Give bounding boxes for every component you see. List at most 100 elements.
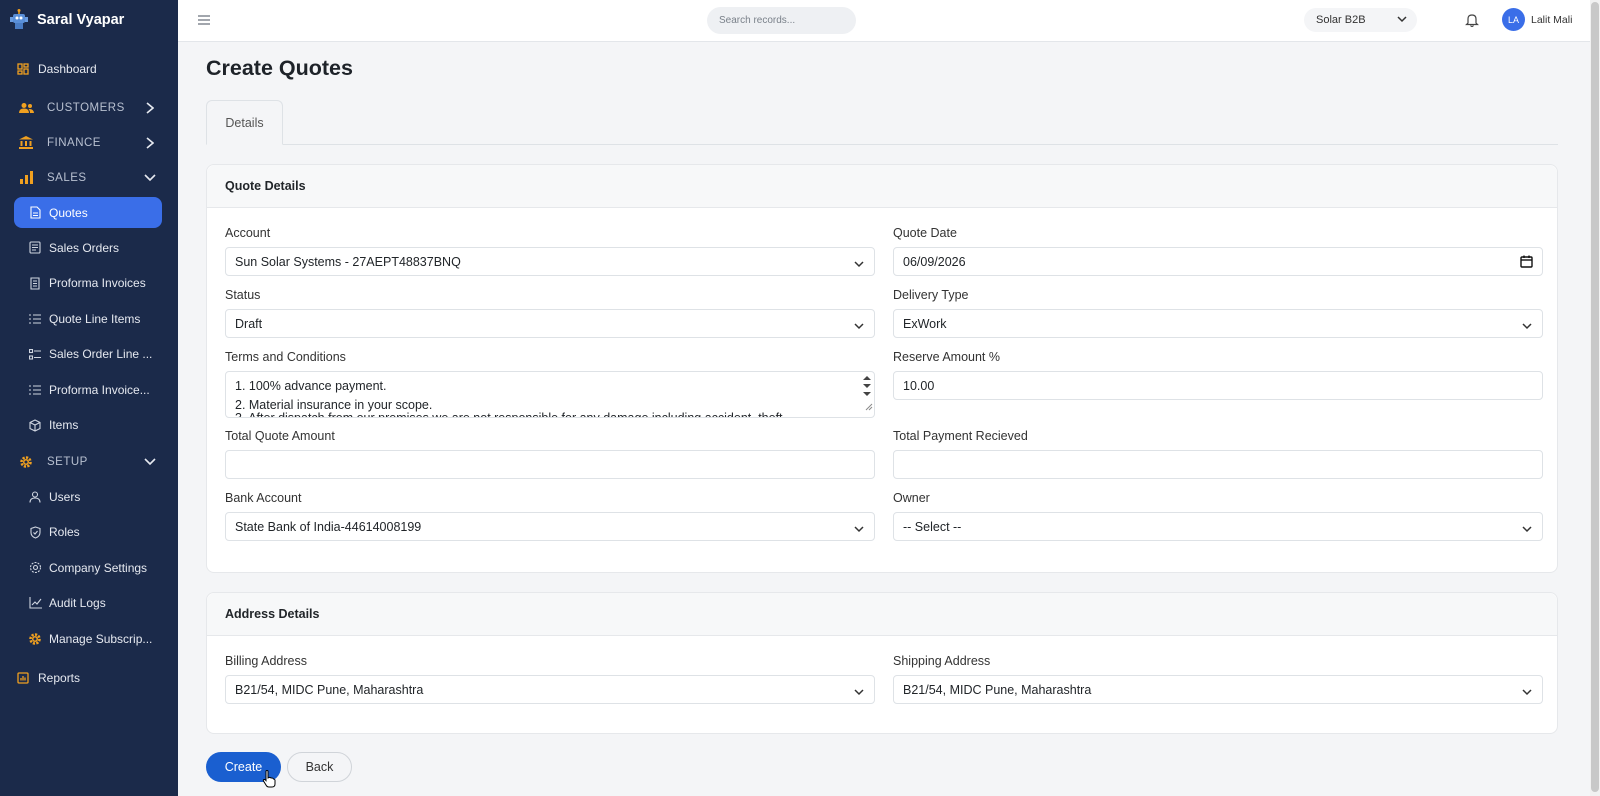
shield-icon — [28, 525, 42, 539]
card-header: Address Details — [207, 593, 1557, 636]
sidebar-section-finance[interactable]: FINANCE — [0, 125, 178, 160]
back-button[interactable]: Back — [287, 752, 352, 782]
sidebar-item-proforma-invoice-line-items[interactable]: Proforma Invoice... — [14, 372, 162, 408]
tab-details[interactable]: Details — [206, 100, 283, 145]
total-quote-input[interactable] — [225, 450, 875, 479]
brand[interactable]: Saral Vyapar — [0, 0, 178, 40]
field-label: Status — [225, 288, 261, 302]
sidebar-section-setup[interactable]: SETUP — [0, 444, 178, 479]
resize-grip-icon[interactable] — [865, 398, 873, 417]
bank-account-select[interactable]: State Bank of India-44614008199 — [225, 512, 875, 541]
sidebar-item-sales-orders[interactable]: Sales Orders — [14, 230, 162, 266]
sidebar-item-label: Audit Logs — [49, 596, 106, 611]
quote-details-card: Quote Details Account Sun Solar Systems … — [206, 164, 1558, 573]
line-chart-icon — [28, 596, 42, 610]
total-quote-field: Total Quote Amount — [225, 429, 875, 479]
sidebar-item-items[interactable]: Items — [14, 408, 162, 444]
bank-account-field: Bank Account State Bank of India-4461400… — [225, 491, 875, 541]
sidebar-item-audit-logs[interactable]: Audit Logs — [14, 586, 162, 622]
scrollbar-thumb[interactable] — [1591, 2, 1599, 792]
chevron-down-icon — [1522, 319, 1532, 333]
owner-select[interactable]: -- Select -- — [893, 512, 1543, 541]
terms-textarea[interactable]: 1. 100% advance payment. 2. Material ins… — [225, 371, 875, 418]
sidebar-section-sales[interactable]: SALES — [0, 160, 178, 195]
field-label: Shipping Address — [893, 654, 991, 668]
owner-field: Owner -- Select -- — [893, 491, 1543, 541]
invoice-icon — [28, 276, 42, 290]
select-value: B21/54, MIDC Pune, Maharashtra — [903, 682, 1092, 697]
dashboard-icon — [16, 62, 30, 76]
sidebar-item-reports[interactable]: Reports — [0, 661, 178, 695]
company-select[interactable]: Solar B2B — [1304, 8, 1417, 32]
mouse-pointer-icon — [262, 770, 276, 788]
terms-field: Terms and Conditions 1. 100% advance pay… — [225, 350, 875, 418]
select-value: B21/54, MIDC Pune, Maharashtra — [235, 682, 424, 697]
sidebar-item-label: Company Settings — [49, 560, 148, 575]
status-select[interactable]: Draft — [225, 309, 875, 338]
select-value: State Bank of India-44614008199 — [235, 519, 422, 534]
billing-address-field: Billing Address B21/54, MIDC Pune, Mahar… — [225, 654, 875, 704]
terms-line: 1. 100% advance payment. — [235, 379, 387, 393]
sidebar-item-quote-line-items[interactable]: Quote Line Items — [14, 301, 162, 337]
field-label: Account — [225, 226, 271, 240]
hamburger-menu-icon[interactable] — [197, 13, 211, 27]
company-select-value: Solar B2B — [1316, 14, 1366, 26]
scrollbar[interactable] — [1590, 0, 1600, 796]
shipping-address-select[interactable]: B21/54, MIDC Pune, Maharashtra — [893, 675, 1543, 704]
chevron-down-icon — [1522, 522, 1532, 536]
field-label: Total Quote Amount — [225, 429, 335, 443]
sidebar-item-label: Proforma Invoice... — [49, 382, 150, 397]
field-label: Total Payment Recieved — [893, 429, 1028, 443]
sidebar-item-label: Reports — [38, 670, 81, 685]
field-label: Billing Address — [225, 654, 307, 668]
user-menu[interactable]: LA Lalit Mali — [1502, 8, 1572, 31]
sidebar-item-proforma-invoices[interactable]: Proforma Invoices — [14, 266, 162, 302]
quote-date-field: Quote Date 06/09/2026 — [893, 226, 1543, 276]
field-label: Owner — [893, 491, 930, 505]
document-icon — [28, 206, 42, 220]
select-value: Draft — [235, 316, 263, 331]
sidebar-item-dashboard[interactable]: Dashboard — [0, 54, 178, 84]
sidebar-item-label: Items — [49, 418, 79, 433]
sidebar-item-roles[interactable]: Roles — [14, 515, 162, 551]
select-value: ExWork — [903, 316, 947, 331]
chevron-down-icon — [144, 456, 156, 468]
chevron-down-icon — [854, 685, 864, 699]
chevron-right-icon — [144, 101, 156, 114]
delivery-type-select[interactable]: ExWork — [893, 309, 1543, 338]
sidebar-item-company-settings[interactable]: Company Settings — [14, 550, 162, 586]
tabs: Details — [206, 100, 1558, 145]
billing-address-select[interactable]: B21/54, MIDC Pune, Maharashtra — [225, 675, 875, 704]
users-group-icon — [18, 100, 34, 116]
select-value: -- Select -- — [903, 519, 962, 534]
orders-icon — [28, 241, 42, 255]
field-label: Delivery Type — [893, 288, 969, 302]
quote-date-input[interactable]: 06/09/2026 — [893, 247, 1543, 276]
section-label: SALES — [47, 171, 87, 184]
topbar: Solar B2B LA Lalit Mali — [178, 0, 1600, 42]
calendar-icon[interactable] — [1520, 255, 1533, 271]
sidebar-item-label: Quote Line Items — [49, 311, 141, 326]
sidebar-item-sales-order-line-items[interactable]: Sales Order Line ... — [14, 337, 162, 373]
user-name: Lalit Mali — [1531, 13, 1573, 26]
sidebar-item-users[interactable]: Users — [14, 479, 162, 515]
search-input[interactable] — [707, 7, 856, 34]
sidebar-item-quotes[interactable]: Quotes — [14, 197, 162, 228]
sidebar-section-customers[interactable]: CUSTOMERS — [0, 90, 178, 125]
delivery-type-field: Delivery Type ExWork — [893, 288, 1543, 338]
sidebar-item-label: Manage Subscrip... — [49, 631, 153, 646]
card-header: Quote Details — [207, 165, 1557, 208]
reserve-amount-input[interactable]: 10.00 — [893, 371, 1543, 400]
address-details-card: Address Details Billing Address B21/54, … — [206, 592, 1558, 734]
sidebar-item-manage-subscriptions[interactable]: Manage Subscrip... — [14, 621, 162, 657]
chevron-right-icon — [144, 136, 156, 149]
bell-icon[interactable] — [1464, 12, 1480, 28]
sidebar-item-label: Proforma Invoices — [49, 276, 146, 291]
total-payment-input[interactable] — [893, 450, 1543, 479]
chevron-down-icon — [144, 172, 156, 184]
account-select[interactable]: Sun Solar Systems - 27AEPT48837BNQ — [225, 247, 875, 276]
sidebar-item-label: Sales Orders — [49, 240, 120, 255]
settings-icon — [28, 561, 42, 575]
list-icon — [28, 383, 42, 397]
gear-icon — [18, 454, 34, 470]
